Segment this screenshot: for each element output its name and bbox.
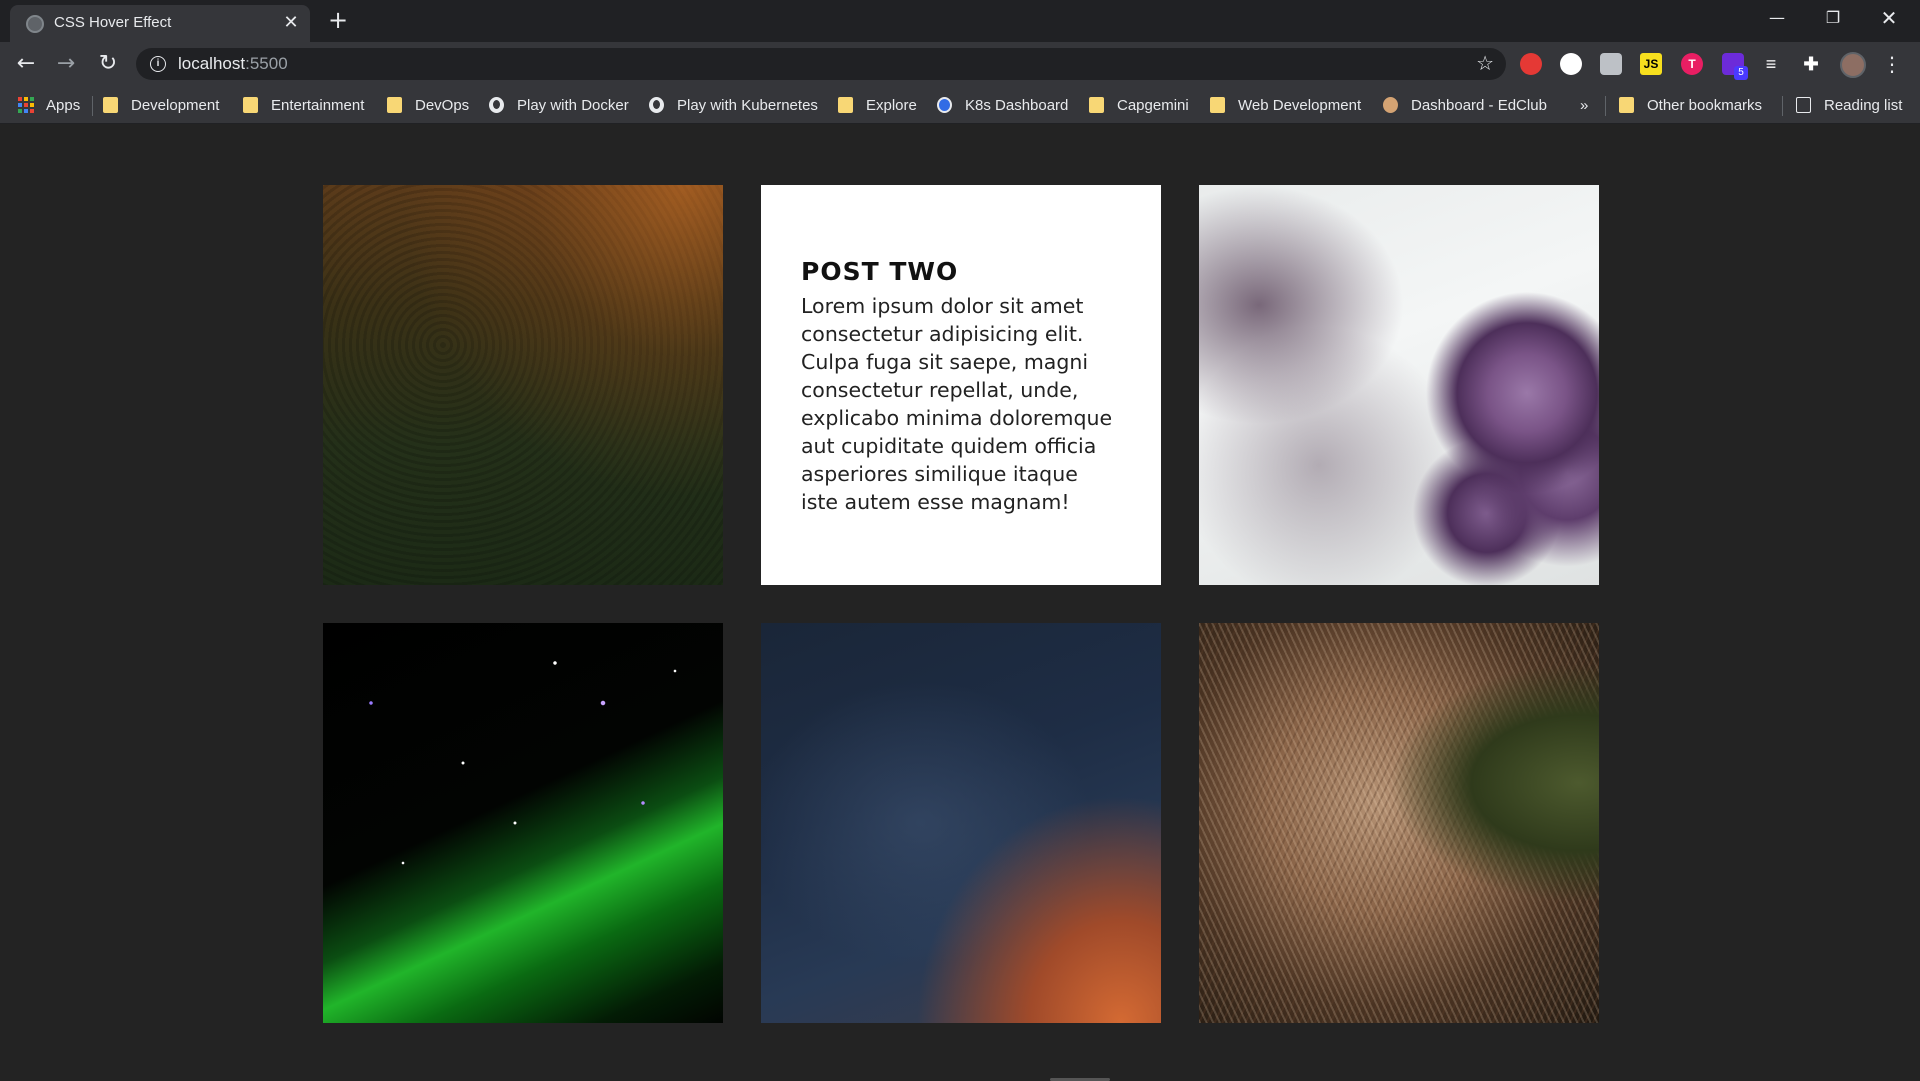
bookmark-star-icon[interactable]: ☆	[1476, 51, 1494, 75]
reading-list-icon	[1796, 97, 1811, 113]
post-card-five-image[interactable]	[761, 623, 1161, 1023]
bookmark-label: Play with Docker	[517, 96, 629, 114]
bookmark-folder-capgemini[interactable]: Capgemini	[1089, 94, 1189, 116]
bookmark-apps[interactable]: Apps	[18, 94, 80, 116]
js-extension-icon[interactable]: JS	[1640, 53, 1662, 75]
forward-button[interactable]: →	[52, 50, 80, 78]
media-control-icon[interactable]: ≡	[1760, 53, 1782, 75]
bookmark-separator	[1605, 96, 1606, 116]
post-body: Lorem ipsum dolor sit amet consectetur a…	[801, 294, 1113, 514]
bookmark-play-with-kubernetes[interactable]: Play with Kubernetes	[649, 94, 818, 116]
tab-title: CSS Hover Effect	[54, 14, 172, 31]
puzzle-extensions-icon[interactable]: ✚	[1800, 53, 1822, 75]
kubernetes-icon	[937, 97, 952, 113]
folder-icon	[103, 97, 118, 113]
bookmark-separator	[92, 96, 93, 116]
reading-list-button[interactable]: Reading list	[1796, 94, 1902, 116]
bookmark-label: Capgemini	[1117, 96, 1189, 114]
folder-icon	[838, 97, 853, 113]
restore-button[interactable]: ❐	[1810, 4, 1856, 32]
url-host: localhost	[178, 54, 246, 73]
reload-button[interactable]: ↻	[94, 50, 122, 78]
bookmark-play-with-docker[interactable]: Play with Docker	[489, 94, 629, 116]
globe-icon	[26, 15, 44, 33]
close-window-button[interactable]: ✕	[1866, 4, 1912, 32]
post-card-one-image[interactable]	[323, 185, 723, 585]
bookmark-folder-devops[interactable]: DevOps	[387, 94, 469, 116]
bookmark-folder-explore[interactable]: Explore	[838, 94, 917, 116]
profile-avatar[interactable]	[1840, 52, 1866, 78]
bookmark-label: Explore	[866, 96, 917, 114]
post-grid: POST TWO Lorem ipsum dolor sit amet cons…	[323, 185, 1599, 1023]
active-tab[interactable]: CSS Hover Effect ✕	[10, 5, 310, 42]
bookmark-dashboard-edclub[interactable]: Dashboard - EdClub	[1383, 94, 1547, 116]
bookmark-k8s-dashboard[interactable]: K8s Dashboard	[937, 94, 1068, 116]
bookmark-label: K8s Dashboard	[965, 96, 1069, 114]
folder-icon	[1210, 97, 1225, 113]
post-title: POST TWO	[801, 257, 959, 286]
globe-icon	[649, 97, 664, 113]
url-port: :5500	[245, 54, 288, 73]
globe-icon	[489, 97, 504, 113]
browser-menu-icon[interactable]: ⋮	[1880, 50, 1904, 78]
site-info-icon[interactable]: i	[150, 56, 166, 72]
browser-titlebar: CSS Hover Effect ✕ + — ❐ ✕	[0, 0, 1920, 42]
bookmark-separator	[1782, 96, 1783, 116]
extension-icon[interactable]	[1600, 53, 1622, 75]
t-extension-icon[interactable]: T	[1681, 53, 1703, 75]
bookmark-other-bookmarks[interactable]: Other bookmarks	[1619, 94, 1762, 116]
bookmarks-overflow-button[interactable]: »	[1580, 94, 1588, 116]
page-content: POST TWO Lorem ipsum dolor sit amet cons…	[0, 125, 1920, 1081]
minimize-button[interactable]: —	[1754, 4, 1800, 32]
bookmark-label: Reading list	[1824, 96, 1903, 114]
chevron-double-right-icon: »	[1580, 96, 1589, 114]
bookmark-label: Apps	[46, 96, 81, 114]
bookmark-folder-entertainment[interactable]: Entertainment	[243, 94, 364, 116]
post-card-four-image[interactable]	[323, 623, 723, 1023]
bookmark-label: Development	[131, 96, 220, 114]
extension-badge: 5	[1734, 66, 1748, 80]
block-extension-icon[interactable]	[1560, 53, 1582, 75]
bookmark-folder-web-development[interactable]: Web Development	[1210, 94, 1361, 116]
folder-icon	[387, 97, 402, 113]
bookmark-label: Play with Kubernetes	[677, 96, 818, 114]
back-button[interactable]: ←	[12, 50, 40, 78]
bookmark-label: DevOps	[415, 96, 470, 114]
folder-icon	[1089, 97, 1104, 113]
new-tab-button[interactable]: +	[326, 8, 350, 32]
bookmark-label: Web Development	[1238, 96, 1362, 114]
browser-toolbar: ← → ↻ i localhost:5500 ☆ JS T 5 ≡ ✚ ⋮	[0, 42, 1920, 86]
adblock-extension-icon[interactable]	[1520, 53, 1542, 75]
bookmarks-bar: Apps Development Entertainment DevOps Pl…	[0, 86, 1920, 124]
bookmark-label: Other bookmarks	[1647, 96, 1763, 114]
post-card-three-image[interactable]	[1199, 185, 1599, 585]
url-text[interactable]: localhost:5500	[178, 54, 288, 74]
bookmark-folder-development[interactable]: Development	[103, 94, 219, 116]
folder-icon	[1619, 97, 1634, 113]
bookmark-label: Dashboard - EdClub	[1411, 96, 1547, 114]
close-tab-icon[interactable]: ✕	[280, 12, 302, 34]
post-card-two[interactable]: POST TWO Lorem ipsum dolor sit amet cons…	[761, 185, 1161, 585]
address-bar[interactable]: i localhost:5500 ☆	[136, 48, 1506, 80]
apps-grid-icon	[18, 97, 34, 113]
post-card-six-image[interactable]	[1199, 623, 1599, 1023]
folder-icon	[243, 97, 258, 113]
bookmark-label: Entertainment	[271, 96, 365, 114]
edclub-icon	[1383, 97, 1398, 113]
